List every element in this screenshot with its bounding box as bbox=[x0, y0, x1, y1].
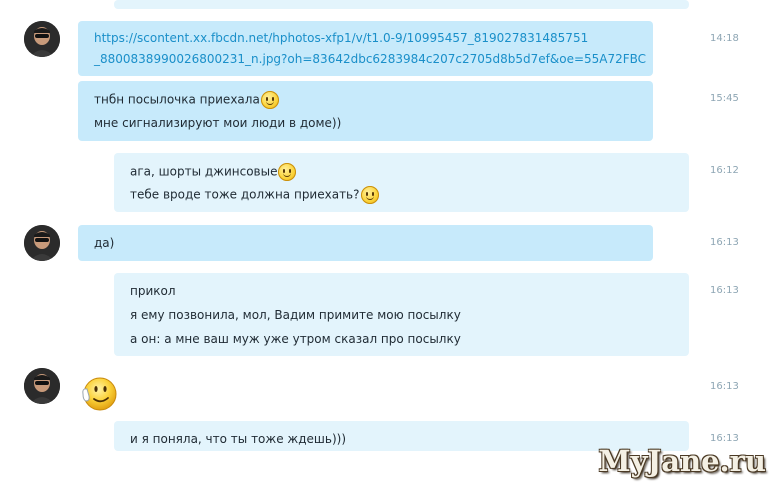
avatar[interactable] bbox=[24, 21, 60, 57]
message-timestamp: 16:13 bbox=[710, 433, 739, 444]
message-text: ага, шорты джинсовые bbox=[130, 163, 297, 181]
avatar[interactable] bbox=[24, 225, 60, 261]
message-text: мне сигнализируют мои люди в доме)) bbox=[94, 116, 342, 130]
user-avatar-icon bbox=[24, 21, 60, 57]
message-bubble[interactable]: тнбн посылочка приехала мне сигнализирую… bbox=[78, 81, 653, 141]
message-text: а он: а мне ваш муж уже утром сказал про… bbox=[130, 332, 461, 346]
message-bubble[interactable]: ага, шорты джинсовые тебе вроде тоже дол… bbox=[114, 153, 689, 212]
message-bubble[interactable]: прикол я ему позвонила, мол, Вадим прими… bbox=[114, 273, 689, 356]
big-smiley-icon bbox=[80, 376, 118, 412]
message-bubble[interactable]: https://scontent.xx.fbcdn.net/hphotos-xf… bbox=[78, 21, 653, 76]
previous-message-bubble bbox=[114, 0, 689, 9]
message-timestamp: 16:13 bbox=[710, 381, 739, 392]
message-timestamp: 16:13 bbox=[710, 285, 739, 296]
smiley-icon bbox=[360, 186, 379, 204]
smiley-icon bbox=[278, 163, 297, 181]
message-text: тнбн посылочка приехала bbox=[94, 91, 279, 109]
message-timestamp: 14:18 bbox=[710, 33, 739, 44]
message-link-continued[interactable]: _8800838990026800231_n.jpg?oh=83642dbc62… bbox=[94, 51, 646, 67]
message-text: да) bbox=[94, 236, 115, 250]
user-avatar-icon bbox=[24, 225, 60, 261]
message-bubble[interactable]: да) bbox=[78, 225, 653, 261]
smiley-icon bbox=[260, 91, 279, 109]
user-avatar-icon bbox=[24, 368, 60, 404]
watermark-logo: MyJane.ru bbox=[598, 444, 766, 478]
message-text: и я поняла, что ты тоже ждешь))) bbox=[130, 432, 346, 446]
message-text: я ему позвонила, мол, Вадим примите мою … bbox=[130, 308, 461, 322]
message-timestamp: 16:12 bbox=[710, 165, 739, 176]
message-link[interactable]: https://scontent.xx.fbcdn.net/hphotos-xf… bbox=[94, 30, 588, 46]
message-timestamp: 15:45 bbox=[710, 93, 739, 104]
avatar[interactable] bbox=[24, 368, 60, 404]
message-text: тебе вроде тоже должна приехать? bbox=[130, 186, 379, 204]
message-text: прикол bbox=[130, 284, 176, 298]
message-timestamp: 16:13 bbox=[710, 237, 739, 248]
